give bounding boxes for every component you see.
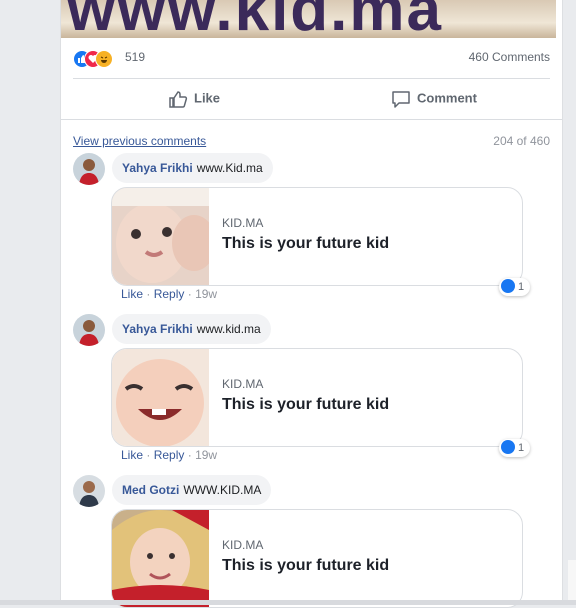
link-preview[interactable]: KID.MA This is your future kid — [111, 348, 523, 447]
link-preview-site: KID.MA — [222, 538, 264, 552]
post-image-banner[interactable]: www.kid.ma — [61, 0, 556, 38]
thumbs-up-icon — [169, 91, 188, 108]
comment-text[interactable]: www.Kid.ma — [197, 161, 263, 175]
comment-bubble-icon — [392, 91, 410, 108]
link-preview-image — [112, 188, 209, 285]
link-preview[interactable]: KID.MA This is your future kid — [111, 187, 523, 286]
comment-author[interactable]: Yahya Frikhi — [122, 322, 193, 336]
comments-count[interactable]: 460 Comments — [469, 50, 550, 64]
post-card: www.kid.ma 519 460 Comments Like Comment… — [60, 0, 563, 608]
comment-text[interactable]: WWW.KID.MA — [183, 483, 261, 497]
comment-reaction-count: 1 — [518, 442, 525, 454]
comment-reply-link[interactable]: Reply — [154, 287, 185, 301]
comment-button[interactable]: Comment — [391, 90, 477, 108]
post-actions: Like Comment — [73, 80, 550, 118]
comment-bubble: Yahya Frikhi www.kid.ma — [112, 314, 271, 344]
reaction-count[interactable]: 519 — [125, 50, 145, 64]
comment-like-link[interactable]: Like — [121, 448, 143, 462]
like-reaction-icon — [501, 440, 515, 455]
view-previous-comments-link[interactable]: View previous comments — [73, 134, 206, 148]
comment-timestamp[interactable]: 19w — [195, 448, 217, 462]
link-preview-title: This is your future kid — [222, 396, 390, 413]
link-preview-title: This is your future kid — [222, 557, 390, 574]
comment-author[interactable]: Med Gotzi — [122, 483, 179, 497]
banner-text: www.kid.ma — [67, 0, 444, 38]
comment-button-label: Comment — [417, 90, 477, 106]
comment-like-link[interactable]: Like — [121, 287, 143, 301]
link-preview-site: KID.MA — [222, 216, 264, 230]
post-stats: 519 460 Comments — [73, 48, 550, 70]
link-preview-site: KID.MA — [222, 377, 264, 391]
comment-text[interactable]: www.kid.ma — [197, 322, 261, 336]
comment-reaction-count: 1 — [518, 281, 525, 293]
comment-reaction-badge[interactable]: 1 — [499, 439, 531, 457]
avatar[interactable] — [73, 314, 105, 346]
comment-bubble: Med Gotzi WWW.KID.MA — [112, 475, 272, 505]
divider — [61, 119, 562, 120]
like-button[interactable]: Like — [168, 90, 220, 108]
comment-reply-link[interactable]: Reply — [154, 448, 185, 462]
comment-author[interactable]: Yahya Frikhi — [122, 161, 193, 175]
comment-timestamp[interactable]: 19w — [195, 287, 217, 301]
divider — [73, 78, 550, 79]
comment-actions: Like · Reply · 19w — [121, 448, 218, 462]
bottom-edge — [0, 600, 576, 605]
link-preview-image — [112, 510, 209, 607]
like-reaction-icon — [501, 279, 515, 294]
link-preview[interactable]: KID.MA This is your future kid — [111, 509, 523, 608]
like-button-label: Like — [194, 90, 221, 106]
haha-reaction-icon — [95, 50, 113, 68]
link-preview-image — [112, 349, 209, 446]
comment-bubble: Yahya Frikhi www.Kid.ma — [112, 153, 273, 183]
avatar[interactable] — [73, 475, 105, 507]
link-preview-title: This is your future kid — [222, 235, 390, 252]
scrollbar[interactable] — [568, 560, 576, 600]
comment-actions: Like · Reply · 19w — [121, 287, 218, 301]
avatar[interactable] — [73, 153, 105, 185]
comment-reaction-badge[interactable]: 1 — [499, 278, 531, 296]
comments-pager: 204 of 460 — [493, 134, 550, 148]
